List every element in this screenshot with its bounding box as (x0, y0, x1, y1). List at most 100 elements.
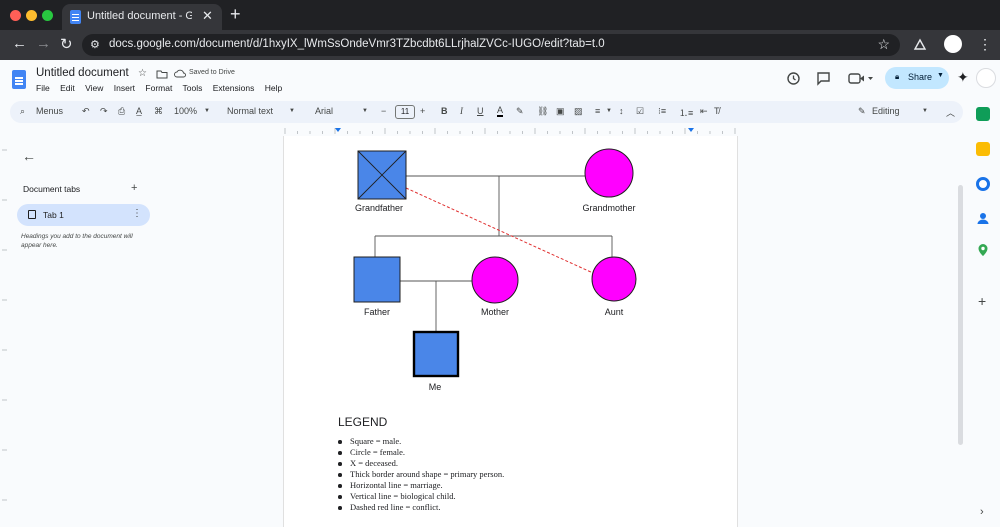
font-size-input[interactable]: 11 (395, 105, 415, 119)
expand-panel-icon[interactable]: › (980, 506, 984, 518)
decrease-font-size-icon[interactable]: − (381, 106, 386, 116)
underline-icon[interactable]: U (477, 106, 484, 116)
bulleted-list-icon[interactable]: ⁝≡ (658, 106, 666, 117)
bold-icon[interactable]: B (441, 106, 448, 116)
url-text[interactable]: docs.google.com/document/d/1hxyIX_lWmSsO… (109, 38, 605, 50)
share-dropdown-icon[interactable]: ▼ (937, 72, 944, 79)
zoom-dropdown-icon[interactable]: ▼ (204, 108, 210, 114)
maps-icon[interactable] (976, 243, 990, 257)
font-dropdown-icon[interactable]: ▼ (362, 108, 368, 114)
profile-avatar[interactable] (944, 35, 962, 53)
style-select[interactable]: Normal text (227, 106, 273, 116)
menu-insert[interactable]: Insert (114, 83, 135, 93)
menu-view[interactable]: View (85, 83, 103, 93)
browser-menu-icon[interactable]: ⋮ (978, 35, 992, 53)
new-tab-button[interactable]: + (230, 4, 241, 25)
spellcheck-icon[interactable]: A̲ (136, 106, 142, 116)
grandfather-label: Grandfather (355, 203, 403, 213)
editing-mode-select[interactable]: Editing (872, 106, 900, 116)
bookmark-star-icon[interactable]: ☆ (877, 36, 890, 53)
paint-format-icon[interactable]: ⌘ (154, 106, 163, 117)
tab-title: Untitled document - Google Docs (87, 10, 192, 22)
tab-label: Tab 1 (43, 210, 64, 220)
aunt-node[interactable] (591, 256, 637, 302)
insert-image-icon[interactable]: ▨ (574, 106, 583, 117)
gemini-icon[interactable]: ✦ (957, 69, 969, 86)
close-outline-icon[interactable]: ← (22, 148, 36, 164)
meet-icon[interactable] (848, 72, 874, 85)
horizontal-ruler[interactable] (283, 125, 738, 135)
close-window-button[interactable] (10, 10, 21, 21)
minimize-window-button[interactable] (26, 10, 37, 21)
version-history-icon[interactable] (786, 71, 801, 86)
legend-title: LEGEND (338, 415, 388, 429)
add-tab-button[interactable]: + (131, 182, 137, 194)
clear-formatting-icon[interactable]: T̸ (714, 106, 720, 116)
keep-icon[interactable] (976, 142, 990, 156)
italic-icon[interactable]: I (460, 106, 463, 116)
mother-node[interactable] (471, 256, 519, 304)
grandfather-node[interactable] (357, 150, 407, 200)
increase-font-size-icon[interactable]: + (420, 106, 425, 116)
share-button[interactable]: 🔒︎ Share ▼ (885, 67, 949, 89)
menu-format[interactable]: Format (145, 83, 172, 93)
contacts-icon[interactable] (976, 211, 990, 225)
site-settings-icon[interactable]: ⚙ (90, 38, 100, 51)
extensions-icon[interactable] (912, 37, 928, 53)
numbered-list-icon[interactable]: ⒈≡ (679, 106, 693, 119)
tab-close-icon[interactable]: ✕ (202, 8, 213, 24)
forward-icon[interactable]: → (36, 35, 51, 52)
docs-home-icon[interactable] (12, 70, 26, 89)
father-node[interactable] (353, 256, 401, 303)
menu-edit[interactable]: Edit (60, 83, 75, 93)
line-spacing-icon[interactable]: ↕ (619, 106, 624, 116)
legend-item: Square = male. (337, 436, 504, 447)
font-select[interactable]: Arial (315, 106, 333, 116)
undo-icon[interactable]: ↶ (82, 106, 90, 117)
highlight-icon[interactable]: ✎ (516, 106, 524, 117)
tab-options-icon[interactable]: ⋮ (132, 208, 142, 219)
cloud-saved-icon[interactable] (174, 69, 186, 78)
comments-icon[interactable] (816, 71, 831, 86)
collapse-menus-icon[interactable]: ︿ (946, 106, 955, 119)
back-icon[interactable]: ← (12, 35, 27, 52)
vertical-ruler[interactable] (0, 140, 10, 527)
style-dropdown-icon[interactable]: ▼ (289, 108, 295, 114)
align-icon[interactable]: ≡ (595, 106, 600, 116)
redo-icon[interactable]: ↷ (100, 106, 108, 117)
sidebar-tab-1[interactable]: Tab 1 ⋮ (17, 204, 150, 226)
account-avatar[interactable] (976, 68, 996, 88)
docs-favicon-icon (70, 10, 81, 24)
mode-dropdown-icon[interactable]: ▼ (922, 108, 928, 114)
vertical-scrollbar[interactable] (958, 185, 963, 445)
grandmother-node[interactable] (584, 148, 634, 198)
menu-tools[interactable]: Tools (183, 83, 203, 93)
decrease-indent-icon[interactable]: ⇤ (700, 106, 708, 117)
menu-help[interactable]: Help (265, 83, 282, 93)
star-icon[interactable]: ☆ (138, 68, 147, 79)
add-comment-icon[interactable]: ▣ (556, 106, 565, 117)
sheets-icon[interactable] (976, 107, 990, 121)
align-dropdown-icon[interactable]: ▼ (606, 108, 612, 114)
checklist-icon[interactable]: ☑ (636, 106, 644, 117)
menu-extensions[interactable]: Extensions (213, 83, 255, 93)
menu-file[interactable]: File (36, 83, 50, 93)
search-menus-label[interactable]: Menus (36, 106, 63, 116)
insert-link-icon[interactable]: ⛓ (537, 106, 548, 117)
search-menus-icon[interactable]: ⌕ (20, 106, 25, 117)
maximize-window-button[interactable] (42, 10, 53, 21)
family-tree-diagram[interactable]: Grandfather Grandmother Father Mother Au… (284, 136, 739, 406)
get-addons-icon[interactable]: + (978, 293, 986, 309)
move-folder-icon[interactable] (156, 69, 168, 79)
document-page[interactable]: Grandfather Grandmother Father Mother Au… (283, 136, 738, 527)
reload-icon[interactable]: ↻ (60, 35, 73, 53)
me-node[interactable] (412, 330, 460, 378)
zoom-select[interactable]: 100% (174, 106, 197, 116)
address-bar[interactable]: ⚙ docs.google.com/document/d/1hxyIX_lWmS… (82, 34, 900, 56)
text-color-icon[interactable]: A (497, 106, 504, 117)
editing-mode-icon[interactable]: ✎ (858, 106, 866, 117)
browser-tab[interactable]: Untitled document - Google Docs ✕ (62, 4, 222, 30)
tasks-icon[interactable] (976, 177, 990, 191)
print-icon[interactable]: ⎙ (118, 106, 125, 117)
document-title[interactable]: Untitled document (36, 67, 129, 79)
